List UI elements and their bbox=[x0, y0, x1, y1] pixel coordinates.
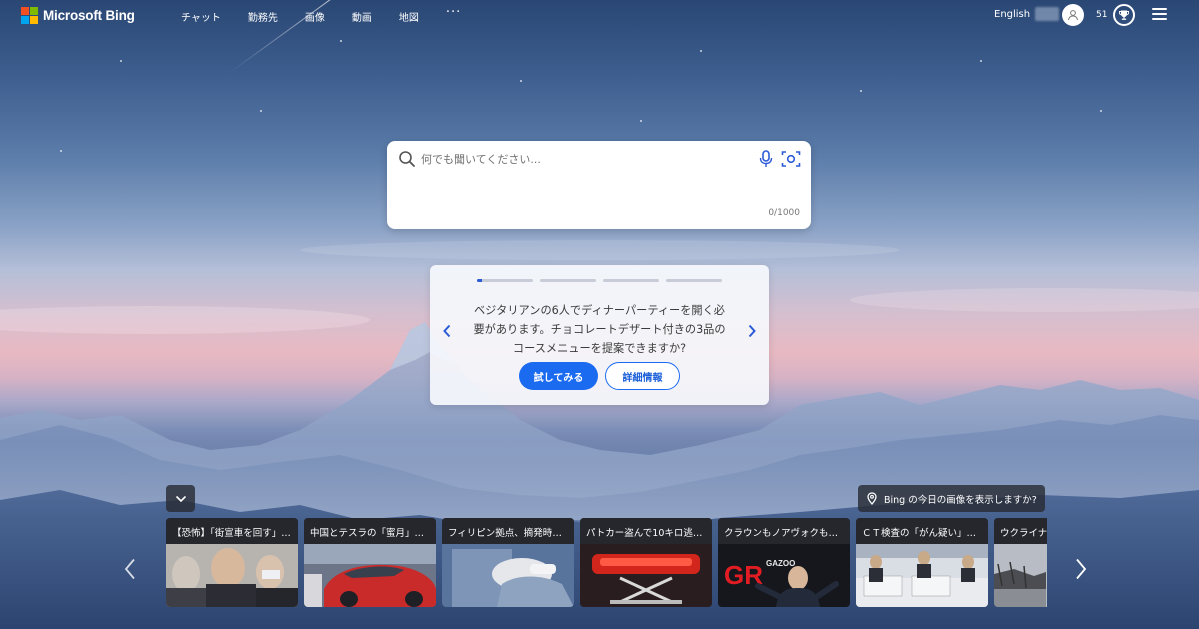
news-card[interactable]: 中国とテスラの「蜜月」―… bbox=[304, 518, 436, 607]
suggestion-pager bbox=[477, 279, 722, 282]
news-next-icon[interactable] bbox=[1075, 558, 1087, 584]
news-thumbnail bbox=[304, 544, 436, 607]
user-avatar-icon[interactable] bbox=[1062, 4, 1084, 26]
language-toggle[interactable]: English bbox=[994, 9, 1030, 20]
news-title: クラウンもノアヴォクもプ… bbox=[718, 518, 850, 544]
star bbox=[260, 110, 262, 112]
star bbox=[700, 50, 702, 52]
learn-more-button[interactable]: 詳細情報 bbox=[605, 362, 680, 390]
svg-text:GAZOO: GAZOO bbox=[766, 559, 795, 568]
microphone-icon[interactable] bbox=[759, 150, 773, 172]
star bbox=[640, 120, 642, 122]
character-counter: 0/1000 bbox=[768, 208, 800, 218]
star bbox=[340, 40, 342, 42]
nav-item-images[interactable]: 画像 bbox=[305, 9, 325, 24]
news-card[interactable]: ウクライナ bbox=[994, 518, 1047, 607]
news-card[interactable]: パトカー盗んで10キロ逃… bbox=[580, 518, 712, 607]
suggestion-text: ベジタリアンの6人でディナーパーティーを開く必要があります。チョコレートデザート… bbox=[473, 304, 726, 355]
search-box: 0/1000 bbox=[387, 141, 811, 229]
chevron-right-icon[interactable] bbox=[747, 323, 757, 342]
nav-item-maps[interactable]: 地図 bbox=[399, 9, 419, 24]
news-card[interactable]: フィリピン拠点、摘発時に… bbox=[442, 518, 574, 607]
news-thumbnail bbox=[442, 544, 574, 607]
main-nav: チャット 勤務先 画像 動画 地図 ··· bbox=[181, 6, 488, 24]
star bbox=[520, 80, 522, 82]
nav-item-videos[interactable]: 動画 bbox=[352, 9, 372, 24]
news-thumbnail: GR GAZOO bbox=[718, 544, 850, 607]
image-of-day-button[interactable]: Bing の今日の画像を表示しますか? bbox=[858, 485, 1045, 512]
pager-dot-3[interactable] bbox=[603, 279, 659, 282]
nav-more-button[interactable]: ··· bbox=[446, 6, 461, 24]
news-title: パトカー盗んで10キロ逃… bbox=[580, 518, 712, 544]
hamburger-menu-icon[interactable] bbox=[1152, 8, 1167, 20]
star bbox=[60, 150, 62, 152]
microsoft-logo-icon bbox=[21, 7, 38, 24]
nav-item-chat[interactable]: チャット bbox=[181, 9, 221, 24]
news-title: 中国とテスラの「蜜月」―… bbox=[304, 518, 436, 544]
brand-name: Microsoft Bing bbox=[43, 8, 135, 23]
visual-search-icon[interactable] bbox=[781, 150, 801, 172]
news-carousel: 【恐怖】「街宣車を回す」… 中国とテスラの「蜜月」―… フィリピン拠点、摘発時に… bbox=[166, 518, 1047, 607]
pager-dot-2[interactable] bbox=[540, 279, 596, 282]
location-pin-icon bbox=[867, 492, 877, 505]
nav-item-work[interactable]: 勤務先 bbox=[248, 9, 278, 24]
chat-suggestion-card: ベジタリアンの6人でディナーパーティーを開く必要があります。チョコレートデザート… bbox=[430, 265, 769, 405]
news-card[interactable]: クラウンもノアヴォクもプ… GR GAZOO bbox=[718, 518, 850, 607]
top-bar: Microsoft Bing チャット 勤務先 画像 動画 地図 ··· Eng… bbox=[0, 0, 1199, 32]
news-thumbnail bbox=[856, 544, 988, 607]
try-it-button[interactable]: 試してみる bbox=[519, 362, 598, 390]
chevron-down-icon bbox=[175, 495, 186, 502]
rewards-points[interactable]: 51 bbox=[1096, 10, 1107, 20]
search-icon bbox=[398, 150, 416, 172]
news-title: フィリピン拠点、摘発時に… bbox=[442, 518, 574, 544]
collapse-feed-button[interactable] bbox=[166, 485, 195, 512]
bing-logo[interactable]: Microsoft Bing bbox=[21, 7, 135, 24]
pager-dot-1[interactable] bbox=[477, 279, 533, 282]
star bbox=[980, 60, 982, 62]
news-thumbnail bbox=[580, 544, 712, 607]
news-card[interactable]: ＣＴ検査の「がん疑い」主… bbox=[856, 518, 988, 607]
star bbox=[120, 60, 122, 62]
star bbox=[1100, 110, 1102, 112]
news-thumbnail bbox=[166, 544, 298, 607]
news-prev-icon[interactable] bbox=[124, 558, 136, 584]
rewards-trophy-icon[interactable] bbox=[1113, 4, 1135, 26]
image-of-day-label: Bing の今日の画像を表示しますか? bbox=[884, 494, 1037, 506]
news-title: 【恐怖】「街宣車を回す」… bbox=[166, 518, 298, 544]
news-title: ＣＴ検査の「がん疑い」主… bbox=[856, 518, 988, 544]
pager-dot-4[interactable] bbox=[666, 279, 722, 282]
star bbox=[860, 90, 862, 92]
chevron-left-icon[interactable] bbox=[442, 323, 452, 342]
news-card[interactable]: 【恐怖】「街宣車を回す」… bbox=[166, 518, 298, 607]
news-thumbnail bbox=[994, 544, 1047, 607]
user-name-blurred[interactable] bbox=[1035, 7, 1059, 21]
search-input[interactable] bbox=[421, 150, 741, 168]
news-title: ウクライナ bbox=[994, 518, 1047, 544]
